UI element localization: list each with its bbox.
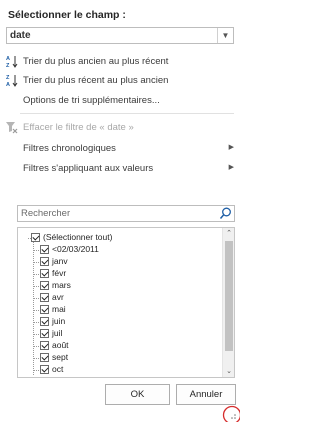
list-scrollbar[interactable]: ⌃ ⌄ xyxy=(222,228,234,377)
tree-connector xyxy=(34,322,39,323)
ok-button[interactable]: OK xyxy=(105,384,170,405)
tree-connector xyxy=(34,370,39,371)
value-filters-label: Filtres s'appliquant aux valeurs xyxy=(23,163,154,174)
value-list: (Sélectionner tout) <02/03/2011 janv fév… xyxy=(17,227,235,378)
select-all-checkbox[interactable] xyxy=(31,233,40,242)
item-checkbox[interactable] xyxy=(40,281,49,290)
list-item-label: févr xyxy=(52,268,67,278)
sort-descending-icon: Z A xyxy=(6,74,18,88)
tree-connector xyxy=(34,250,39,251)
sort-oldest-item[interactable]: A Z Trier du plus ancien au plus récent xyxy=(0,53,240,71)
chevron-down-icon[interactable]: ▼ xyxy=(217,28,233,43)
select-all-label: (Sélectionner tout) xyxy=(43,232,113,242)
list-item-label: sept xyxy=(52,352,69,362)
chevron-down-icon[interactable]: ⌄ xyxy=(223,366,234,377)
item-checkbox[interactable] xyxy=(40,257,49,266)
more-sort-options-item[interactable]: Options de tri supplémentaires... xyxy=(0,92,240,110)
field-select[interactable]: date ▼ xyxy=(6,27,234,44)
resize-grip-icon[interactable] xyxy=(218,400,242,422)
item-checkbox[interactable] xyxy=(40,341,49,350)
search-field[interactable]: Rechercher xyxy=(17,205,235,222)
clear-filter-item: Effacer le filtre de « date » xyxy=(0,119,240,137)
item-checkbox[interactable] xyxy=(40,353,49,362)
item-checkbox[interactable] xyxy=(40,293,49,302)
chrono-filters-item[interactable]: Filtres chronologiques ▶ xyxy=(0,140,240,158)
submenu-arrow-icon: ▶ xyxy=(228,164,234,171)
item-checkbox[interactable] xyxy=(40,329,49,338)
tree-connector xyxy=(34,274,39,275)
sort-ascending-icon: A Z xyxy=(6,55,18,69)
value-filters-item[interactable]: Filtres s'appliquant aux valeurs ▶ xyxy=(0,160,240,178)
list-item-label: janv xyxy=(52,256,68,266)
tree-connector xyxy=(34,286,39,287)
field-value: date xyxy=(10,30,31,41)
tree-connector xyxy=(34,334,39,335)
svg-text:A: A xyxy=(6,56,10,62)
scrollbar-thumb[interactable] xyxy=(225,241,233,351)
list-item-label: mai xyxy=(52,304,66,314)
tree-connector xyxy=(34,262,39,263)
svg-text:Z: Z xyxy=(6,75,10,81)
submenu-arrow-icon: ▶ xyxy=(228,144,234,151)
item-checkbox[interactable] xyxy=(40,245,49,254)
chrono-filters-label: Filtres chronologiques xyxy=(23,143,116,154)
tree-connector xyxy=(34,298,39,299)
tree-connector xyxy=(34,346,39,347)
item-checkbox[interactable] xyxy=(40,365,49,374)
svg-text:Z: Z xyxy=(6,63,10,68)
sort-newest-label: Trier du plus récent au plus ancien xyxy=(23,75,169,86)
tree-connector xyxy=(34,310,39,311)
list-item-label: août xyxy=(52,340,69,350)
list-item-label: <02/03/2011 xyxy=(52,244,99,254)
menu-separator xyxy=(20,113,234,114)
sort-oldest-label: Trier du plus ancien au plus récent xyxy=(23,56,169,67)
list-item-label: avr xyxy=(52,292,64,302)
item-checkbox[interactable] xyxy=(40,305,49,314)
search-icon xyxy=(219,207,232,220)
item-checkbox[interactable] xyxy=(40,269,49,278)
item-checkbox[interactable] xyxy=(40,317,49,326)
chevron-up-icon[interactable]: ⌃ xyxy=(223,228,234,239)
list-item[interactable]: oct xyxy=(18,364,218,377)
svg-text:A: A xyxy=(6,82,10,87)
list-item-label: juil xyxy=(52,328,63,338)
list-item-label: mars xyxy=(52,280,71,290)
clear-filter-label: Effacer le filtre de « date » xyxy=(23,122,134,133)
filter-panel: Sélectionner le champ : date ▼ A Z Trier… xyxy=(0,0,242,422)
tree-connector xyxy=(34,358,39,359)
list-item-label: juin xyxy=(52,316,66,326)
list-item-label: oct xyxy=(52,364,64,374)
sort-newest-item[interactable]: Z A Trier du plus récent au plus ancien xyxy=(0,72,240,90)
clear-filter-icon xyxy=(6,121,18,134)
more-sort-options-label: Options de tri supplémentaires... xyxy=(23,95,160,106)
search-placeholder: Rechercher xyxy=(21,208,71,219)
panel-title: Sélectionner le champ : xyxy=(8,9,126,21)
